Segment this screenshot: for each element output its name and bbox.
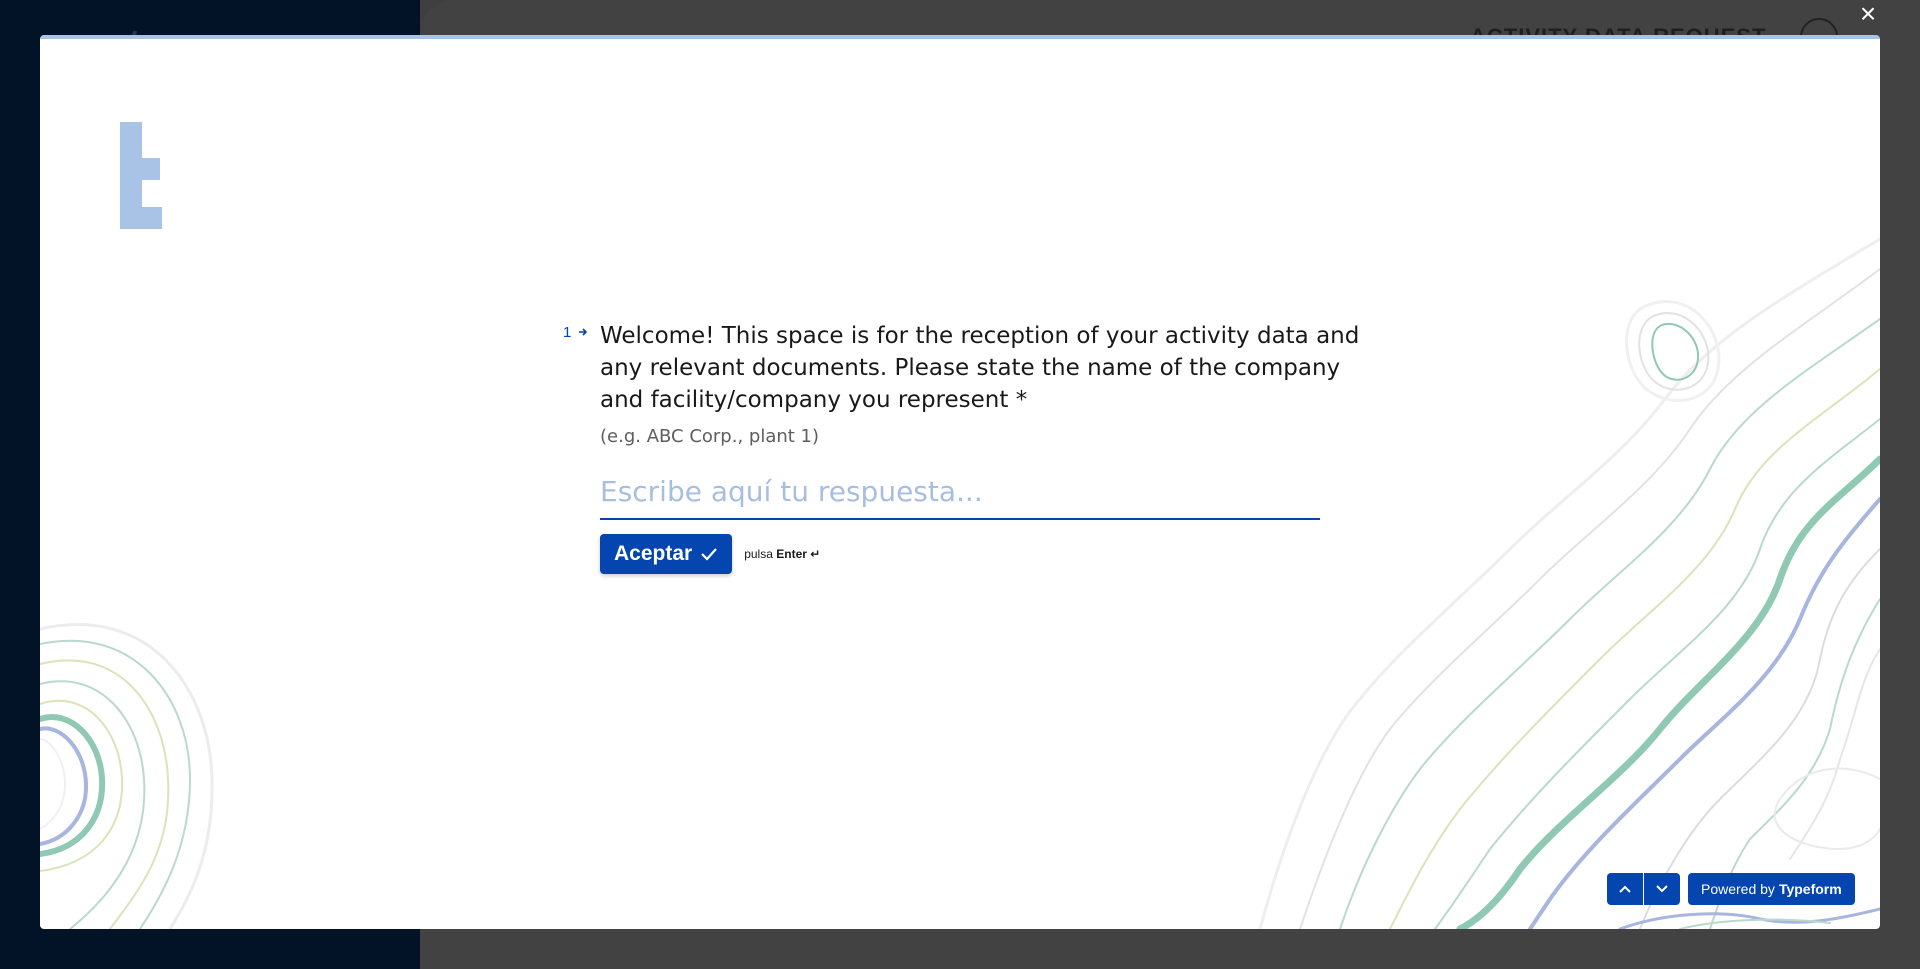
- question-description: (e.g. ABC Corp., plant 1): [600, 426, 820, 447]
- close-modal-button[interactable]: ×: [1856, 0, 1880, 28]
- footer-navigation: Powered by Typeform: [1607, 873, 1855, 905]
- check-icon: [700, 547, 718, 561]
- brand-logo: [120, 122, 162, 229]
- enter-hint: pulsa Enter ↵: [744, 547, 821, 561]
- chevron-up-icon: [1619, 885, 1631, 893]
- powered-by-typeform-link[interactable]: Powered by Typeform: [1688, 873, 1855, 905]
- question-block: 1 Welcome! This space is for the recepti…: [563, 320, 1360, 574]
- next-question-button[interactable]: [1644, 873, 1680, 905]
- question-actions: Aceptar pulsa Enter ↵: [600, 534, 1360, 574]
- question-number: 1: [563, 324, 588, 341]
- question-title: Welcome! This space is for the reception…: [600, 323, 1360, 413]
- typeform-modal: 1 Welcome! This space is for the recepti…: [40, 35, 1880, 929]
- chevron-down-icon: [1656, 885, 1668, 893]
- answer-field-wrapper: [600, 475, 1320, 520]
- arrow-right-icon: [578, 328, 587, 336]
- enter-key-label: Enter ↵: [776, 547, 821, 561]
- accept-button-label: Aceptar: [614, 542, 693, 565]
- answer-input[interactable]: [600, 475, 1320, 520]
- previous-question-button[interactable]: [1607, 873, 1643, 905]
- accept-button[interactable]: Aceptar: [600, 534, 733, 574]
